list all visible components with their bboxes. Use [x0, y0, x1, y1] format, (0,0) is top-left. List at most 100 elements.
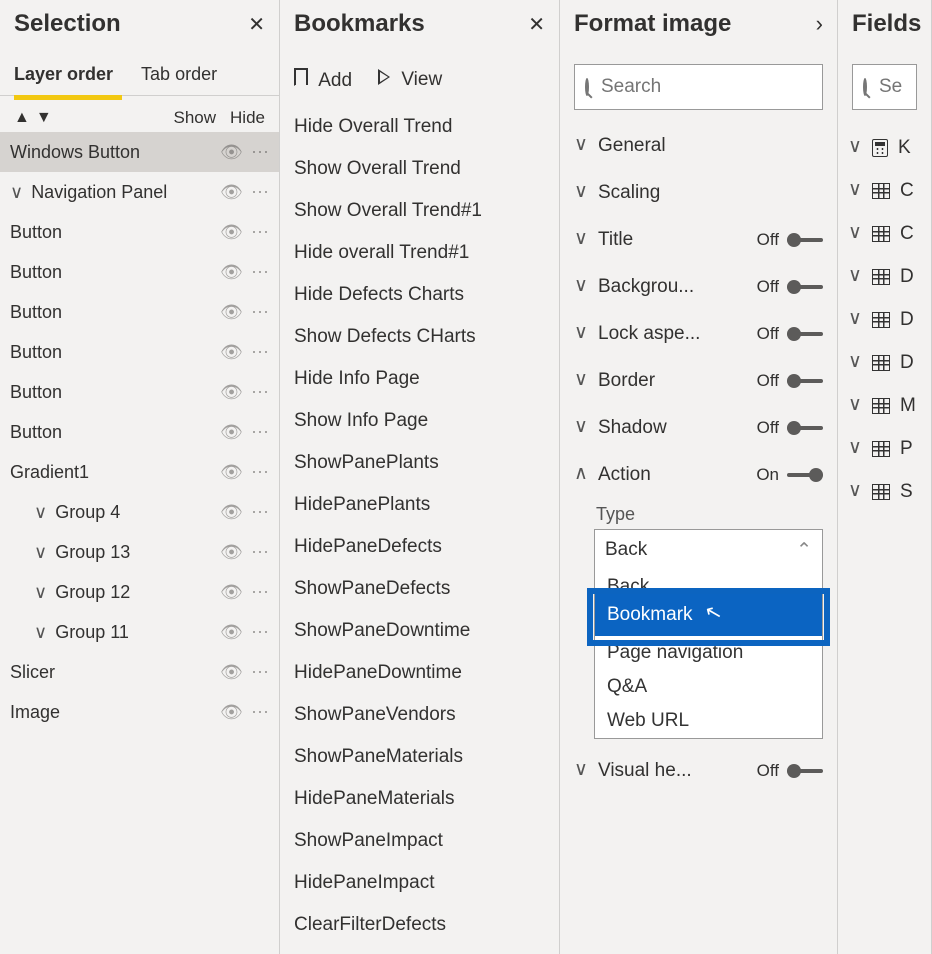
- more-icon[interactable]: ⋯: [251, 422, 271, 443]
- dropdown-item[interactable]: Page navigation: [595, 636, 822, 670]
- dropdown-item[interactable]: Web URL: [595, 704, 822, 738]
- more-icon[interactable]: ⋯: [251, 662, 271, 683]
- toggle-switch[interactable]: [787, 473, 823, 477]
- visibility-icon[interactable]: 👁: [220, 262, 243, 283]
- layer-row[interactable]: Gradient1👁⋯: [0, 452, 279, 492]
- format-toggle[interactable]: On: [756, 465, 823, 485]
- visibility-icon[interactable]: 👁: [220, 342, 243, 363]
- bookmark-item[interactable]: Hide Info Page: [280, 358, 559, 400]
- visibility-icon[interactable]: 👁: [220, 462, 243, 483]
- field-table-row[interactable]: P: [838, 427, 931, 470]
- more-icon[interactable]: ⋯: [251, 462, 271, 483]
- show-all-button[interactable]: Show: [174, 108, 217, 128]
- field-table-row[interactable]: M: [838, 384, 931, 427]
- layer-row[interactable]: ∨Group 4👁⋯: [0, 492, 279, 532]
- layer-row[interactable]: Image👁⋯: [0, 692, 279, 732]
- dropdown-item-selected[interactable]: Bookmark↖: [595, 594, 822, 636]
- chevron-down-icon[interactable]: ∨: [34, 622, 47, 643]
- bookmark-item[interactable]: ShowPaneVendors: [280, 694, 559, 736]
- collapse-icon[interactable]: ›: [816, 11, 823, 37]
- visibility-icon[interactable]: 👁: [220, 182, 243, 203]
- visibility-icon[interactable]: 👁: [220, 222, 243, 243]
- field-table-row[interactable]: K: [838, 126, 931, 169]
- layer-row[interactable]: ∨Group 11👁⋯: [0, 612, 279, 652]
- visibility-icon[interactable]: 👁: [220, 582, 243, 603]
- toggle-switch[interactable]: [787, 379, 823, 383]
- close-icon[interactable]: ✕: [248, 12, 265, 37]
- field-table-row[interactable]: C: [838, 212, 931, 255]
- layer-row[interactable]: Windows Button👁⋯: [0, 132, 279, 172]
- more-icon[interactable]: ⋯: [251, 542, 271, 563]
- search-input[interactable]: [599, 75, 838, 99]
- more-icon[interactable]: ⋯: [251, 342, 271, 363]
- field-table-row[interactable]: S: [838, 470, 931, 513]
- bookmark-item[interactable]: HidePaneDowntime: [280, 652, 559, 694]
- action-type-select[interactable]: Back⌃: [594, 529, 823, 571]
- more-icon[interactable]: ⋯: [251, 582, 271, 603]
- layer-row[interactable]: ∨Group 12👁⋯: [0, 572, 279, 612]
- bookmark-item[interactable]: Show Overall Trend: [280, 148, 559, 190]
- layer-row[interactable]: ∨Navigation Panel👁⋯: [0, 172, 279, 212]
- bookmark-item[interactable]: ShowPaneImpact: [280, 820, 559, 862]
- view-bookmark-button[interactable]: View: [378, 69, 442, 91]
- toggle-switch[interactable]: [787, 238, 823, 242]
- visibility-icon[interactable]: 👁: [220, 542, 243, 563]
- more-icon[interactable]: ⋯: [251, 502, 271, 523]
- visibility-icon[interactable]: 👁: [220, 622, 243, 643]
- format-toggle[interactable]: Off: [757, 761, 823, 781]
- layer-row[interactable]: Slicer👁⋯: [0, 652, 279, 692]
- dropdown-item[interactable]: Q&A: [595, 670, 822, 704]
- format-section[interactable]: General: [560, 122, 837, 169]
- toggle-switch[interactable]: [787, 332, 823, 336]
- layer-row[interactable]: Button👁⋯: [0, 332, 279, 372]
- format-section[interactable]: Scaling: [560, 169, 837, 216]
- format-section[interactable]: ShadowOff: [560, 404, 837, 451]
- tab-layer-order[interactable]: Layer order: [14, 64, 113, 95]
- more-icon[interactable]: ⋯: [251, 142, 271, 163]
- visibility-icon[interactable]: 👁: [220, 702, 243, 723]
- format-section[interactable]: TitleOff: [560, 216, 837, 263]
- chevron-down-icon[interactable]: ∨: [10, 182, 23, 203]
- bookmark-item[interactable]: ShowPaneDowntime: [280, 610, 559, 652]
- layer-row[interactable]: Button👁⋯: [0, 252, 279, 292]
- more-icon[interactable]: ⋯: [251, 262, 271, 283]
- bookmark-item[interactable]: HidePaneMaterials: [280, 778, 559, 820]
- toggle-switch[interactable]: [787, 426, 823, 430]
- more-icon[interactable]: ⋯: [251, 702, 271, 723]
- add-bookmark-button[interactable]: Add: [294, 68, 352, 92]
- layer-row[interactable]: Button👁⋯: [0, 372, 279, 412]
- bookmark-item[interactable]: Show Overall Trend#1: [280, 190, 559, 232]
- more-icon[interactable]: ⋯: [251, 222, 271, 243]
- bookmark-item[interactable]: ShowPaneMaterials: [280, 736, 559, 778]
- bookmark-item[interactable]: HidePaneImpact: [280, 862, 559, 904]
- visibility-icon[interactable]: 👁: [220, 662, 243, 683]
- more-icon[interactable]: ⋯: [251, 302, 271, 323]
- dropdown-item[interactable]: Back: [595, 570, 822, 594]
- toggle-switch[interactable]: [787, 285, 823, 289]
- bookmark-item[interactable]: Hide Overall Trend: [280, 106, 559, 148]
- bookmark-item[interactable]: Hide Defects Charts: [280, 274, 559, 316]
- bookmark-item[interactable]: Show Defects CHarts: [280, 316, 559, 358]
- chevron-down-icon[interactable]: ∨: [34, 582, 47, 603]
- bookmark-item[interactable]: ShowPanePlants: [280, 442, 559, 484]
- format-toggle[interactable]: Off: [757, 230, 823, 250]
- layer-row[interactable]: ∨Group 13👁⋯: [0, 532, 279, 572]
- visibility-icon[interactable]: 👁: [220, 502, 243, 523]
- close-icon[interactable]: ✕: [528, 12, 545, 37]
- move-up-icon[interactable]: ▲: [14, 109, 30, 127]
- chevron-down-icon[interactable]: ∨: [34, 502, 47, 523]
- format-toggle[interactable]: Off: [757, 418, 823, 438]
- chevron-down-icon[interactable]: ∨: [34, 542, 47, 563]
- layer-row[interactable]: Button👁⋯: [0, 412, 279, 452]
- fields-search-input[interactable]: [877, 75, 932, 99]
- bookmark-item[interactable]: ShowPaneDefects: [280, 568, 559, 610]
- field-table-row[interactable]: D: [838, 341, 931, 384]
- fields-search[interactable]: [852, 64, 917, 110]
- visibility-icon[interactable]: 👁: [220, 142, 243, 163]
- field-table-row[interactable]: C: [838, 169, 931, 212]
- more-icon[interactable]: ⋯: [251, 622, 271, 643]
- more-icon[interactable]: ⋯: [251, 182, 271, 203]
- format-search[interactable]: [574, 64, 823, 110]
- layer-row[interactable]: Button👁⋯: [0, 292, 279, 332]
- hide-all-button[interactable]: Hide: [230, 108, 265, 128]
